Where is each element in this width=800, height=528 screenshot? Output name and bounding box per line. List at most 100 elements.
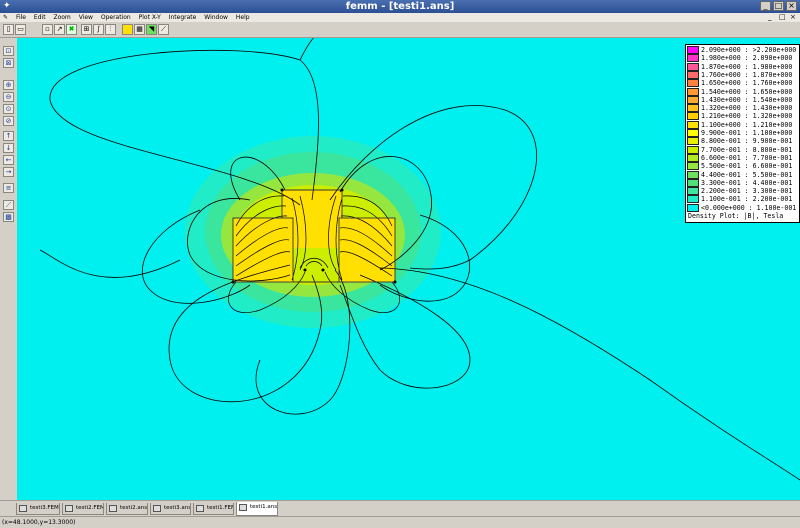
side-toolbar: ⊡ ⊠ ⊕ ⊖ ⊙ ⊘ ↑ ↓ ← → ≡ ⟋ ▩: [0, 38, 18, 500]
wand-icon[interactable]: ⟋: [158, 24, 169, 35]
minimize-button[interactable]: _: [760, 1, 771, 11]
legend-swatch: [687, 129, 699, 137]
window-title: femm - [testi1.ans]: [345, 1, 455, 12]
menu-window[interactable]: Window: [201, 13, 231, 22]
zoom-natural-icon[interactable]: ⊙: [3, 104, 14, 114]
integrate-icon[interactable]: ∫: [93, 24, 104, 35]
legend-label: 1.980e+000 : 2.090e+000: [701, 54, 793, 63]
measure-icon[interactable]: ⟋: [3, 200, 14, 210]
menu-file[interactable]: File: [13, 13, 29, 22]
zoom-custom-icon[interactable]: ⊘: [3, 116, 14, 126]
legend-label: 6.600e-001 : 7.700e-001: [701, 153, 793, 162]
tab-label: testi2.ans: [120, 505, 148, 511]
pan-left-icon[interactable]: ←: [3, 155, 14, 165]
legend-label: 1.100e+000 : 1.210e+000: [701, 120, 793, 129]
maximize-button[interactable]: □: [773, 1, 784, 11]
document-tab[interactable]: testi1.ans: [236, 502, 278, 516]
document-icon: [239, 504, 247, 511]
document-tab[interactable]: testi2.FEM: [62, 503, 104, 515]
circuit-props-icon[interactable]: ⫶: [105, 24, 116, 35]
zoom-in-icon[interactable]: ⊕: [3, 80, 14, 90]
legend-label: 5.500e-001 : 6.600e-001: [701, 162, 793, 171]
pan-up-icon[interactable]: ↑: [3, 131, 14, 141]
legend-swatch: [687, 62, 699, 71]
document-tab[interactable]: testi2.ans: [106, 503, 148, 515]
legend-swatch: [687, 137, 699, 146]
pan-down-icon[interactable]: ↓: [3, 143, 14, 153]
legend-label: 1.210e+000 : 1.320e+000: [701, 112, 793, 121]
tab-label: testi3.ans: [164, 505, 191, 511]
legend-swatch: [687, 120, 699, 129]
tab-label: testi1.FEM: [207, 505, 234, 511]
legend-label: 1.650e+000 : 1.760e+000: [701, 79, 793, 88]
refresh-icon[interactable]: ≡: [3, 183, 14, 193]
legend-label: 2.090e+000 : >2.200e+000: [701, 46, 797, 54]
legend-label: 1.320e+000 : 1.430e+000: [701, 104, 793, 113]
contour-mode-icon[interactable]: ↗: [54, 24, 65, 35]
legend-swatch: [687, 79, 699, 88]
zoom-window-icon[interactable]: ⊡: [3, 46, 14, 56]
menu-help[interactable]: Help: [233, 13, 253, 22]
zoom-fit-icon[interactable]: ⊠: [3, 58, 14, 68]
legend-label: 3.300e-001 : 4.400e-001: [701, 178, 793, 187]
legend-label: <0.000e+000 : 1.100e-001: [701, 203, 797, 212]
doc-menu-icon[interactable]: ✎: [0, 13, 11, 22]
document-tab[interactable]: testi3.ans: [150, 503, 191, 515]
zoom-out-icon[interactable]: ⊖: [3, 92, 14, 102]
legend-swatch: [687, 153, 699, 162]
legend-swatch: [687, 170, 699, 179]
vector-plot-icon[interactable]: ◥: [146, 24, 157, 35]
legend-swatch: [687, 195, 699, 204]
legend-entry: <0.000e+000 : 1.100e-001: [687, 203, 797, 213]
legend-label: 1.760e+000 : 1.870e+000: [701, 70, 793, 79]
pan-right-icon[interactable]: →: [3, 167, 14, 177]
menu-view[interactable]: View: [76, 13, 96, 22]
menu-edit[interactable]: Edit: [31, 13, 49, 22]
menu-plot-xy[interactable]: Plot X-Y: [136, 13, 164, 22]
legend-label: 1.100e-001 : 2.200e-001: [701, 195, 793, 204]
menu-operation[interactable]: Operation: [98, 13, 134, 22]
tab-label: testi1.ans: [250, 504, 278, 510]
legend-label: 2.200e-001 : 3.300e-001: [701, 187, 793, 196]
point-mode-icon[interactable]: ▫: [42, 24, 53, 35]
menu-zoom[interactable]: Zoom: [50, 13, 73, 22]
field-plot-canvas[interactable]: [17, 38, 800, 500]
legend-caption: Density Plot: |B|, Tesla: [688, 212, 784, 220]
tab-label: testi3.FEM: [30, 505, 59, 511]
legend-swatch: [687, 46, 699, 54]
line-plot-icon[interactable]: ⊞: [81, 24, 92, 35]
cursor-coordinates: (x=48.1000,y=13.3000): [2, 519, 76, 526]
document-icon: [153, 505, 161, 512]
doc-minimize-button[interactable]: _: [768, 13, 772, 22]
legend-label: 1.540e+000 : 1.650e+000: [701, 87, 793, 96]
density-legend: Density Plot: |B|, Tesla 2.090e+000 : >2…: [685, 44, 800, 223]
legend-swatch: [687, 203, 699, 212]
document-tab-bar: testi3.FEM testi2.FEM testi2.ans testi3.ans…: [0, 500, 800, 517]
close-button[interactable]: ×: [786, 1, 797, 11]
tab-label: testi2.FEM: [76, 505, 104, 511]
title-bar[interactable]: ✦ femm - [testi1.ans] _ □ ×: [0, 0, 800, 13]
legend-swatch: [687, 187, 699, 196]
mesh-toggle-icon[interactable]: ▩: [3, 212, 14, 222]
legend-swatch: [687, 162, 699, 171]
doc-close-button[interactable]: ×: [790, 13, 796, 22]
legend-swatch: [687, 104, 699, 113]
legend-swatch: [687, 145, 699, 154]
density-plot-icon[interactable]: [122, 24, 133, 35]
open-file-icon[interactable]: ▭: [15, 24, 26, 35]
legend-label: 8.800e-001 : 9.900e-001: [701, 137, 793, 146]
grid-toggle-icon[interactable]: ▦: [134, 24, 145, 35]
legend-swatch: [687, 87, 699, 96]
legend-swatch: [687, 95, 699, 104]
area-mode-icon[interactable]: ✖: [66, 24, 77, 35]
document-tab[interactable]: testi3.FEM: [16, 503, 60, 515]
doc-restore-button[interactable]: □: [779, 13, 786, 22]
new-file-icon[interactable]: ▯: [3, 24, 14, 35]
legend-swatch: [687, 54, 699, 63]
menu-integrate[interactable]: Integrate: [166, 13, 200, 22]
legend-label: 7.700e-001 : 8.800e-001: [701, 145, 793, 154]
document-tab[interactable]: testi1.FEM: [193, 503, 234, 515]
document-icon: [196, 505, 204, 512]
main-toolbar: ▯ ▭ ▫ ↗ ✖ ⊞ ∫ ⫶ ▦ ◥ ⟋: [0, 22, 800, 38]
legend-swatch: [687, 112, 699, 121]
